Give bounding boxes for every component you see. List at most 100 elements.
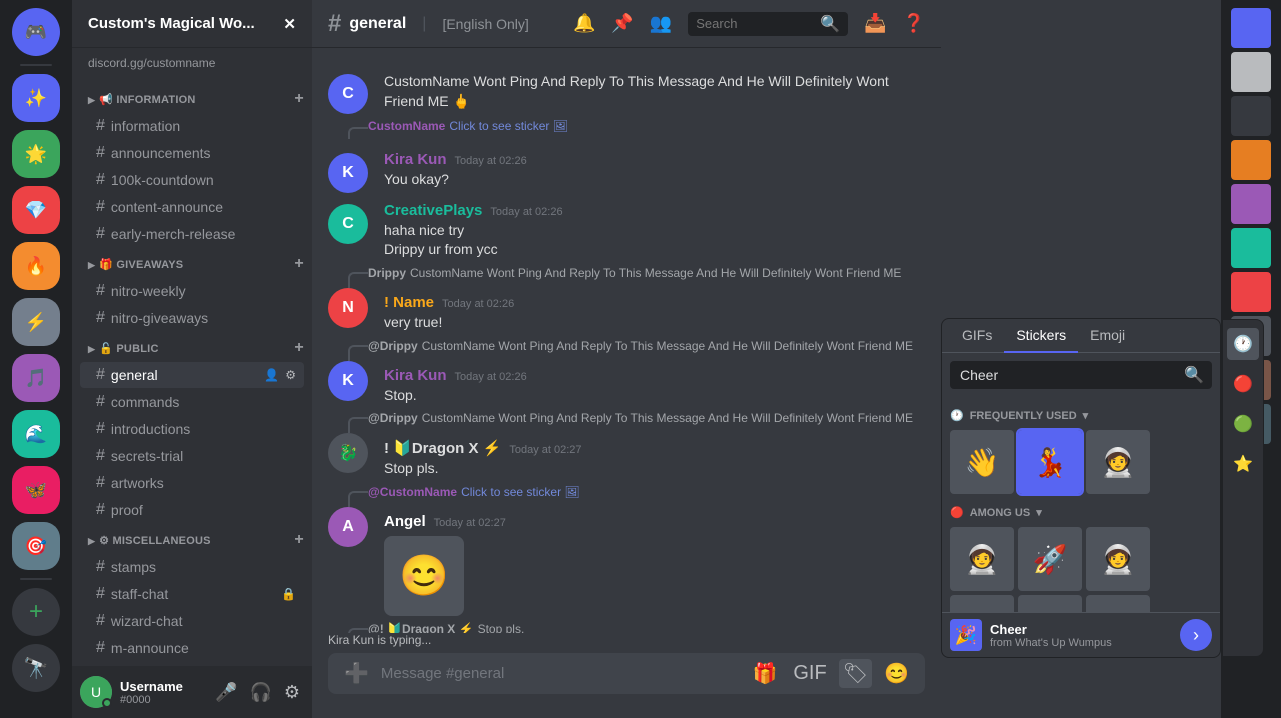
server-icon-7[interactable]: 🌊 xyxy=(12,410,60,458)
channel-item-100k-countdown[interactable]: # 100k-countdown xyxy=(80,167,304,193)
channel-item-secrets-trial[interactable]: # secrets-trial xyxy=(80,443,304,469)
add-channel-button[interactable]: + xyxy=(294,531,304,549)
mute-button[interactable]: 🎤 xyxy=(211,678,241,707)
gift-icon[interactable]: 🎁 xyxy=(748,653,781,694)
add-server-icon[interactable]: + xyxy=(12,588,60,636)
category-information-header[interactable]: ▶📢 INFORMATION + xyxy=(72,86,312,112)
channel-item-general[interactable]: # general 👤 ⚙ xyxy=(80,362,304,388)
hash-icon: # xyxy=(96,309,105,327)
server-icon-6[interactable]: 🎵 xyxy=(12,354,60,402)
sticker-item-au-red2[interactable]: 🚀 xyxy=(1018,527,1082,591)
sticker-item-au-white2[interactable]: 👷 xyxy=(1086,595,1150,612)
tab-stickers[interactable]: Stickers xyxy=(1004,319,1078,353)
gif-button[interactable]: GIF xyxy=(789,654,830,693)
chevron-down-icon: ▶ xyxy=(88,536,95,547)
typing-text: Kira Kun is typing... xyxy=(328,633,431,647)
sticker-item-au-pink[interactable]: 🧑‍🚀 xyxy=(950,595,1014,612)
server-icon-4[interactable]: 🔥 xyxy=(12,242,60,290)
reply-username: @Drippy xyxy=(368,339,418,353)
channel-item-information[interactable]: # information xyxy=(80,113,304,139)
search-input[interactable] xyxy=(696,16,816,31)
pin-icon[interactable]: 📌 xyxy=(611,13,633,34)
channel-item-commands[interactable]: # commands xyxy=(80,389,304,415)
settings-button[interactable]: ⚙ xyxy=(280,678,304,707)
help-icon[interactable]: ❓ xyxy=(903,13,925,34)
channel-item-content-announce[interactable]: # content-announce xyxy=(80,194,304,220)
server-icon-1[interactable]: ✨ xyxy=(12,74,60,122)
sticker-section-among-us[interactable]: 🔴 AMONG US ▾ xyxy=(950,502,1212,527)
color-swatch xyxy=(1231,96,1271,136)
add-attachment-button[interactable]: ➕ xyxy=(340,653,373,694)
channel-item-staff-chat[interactable]: # staff-chat 🔒 xyxy=(80,581,304,607)
members-icon[interactable]: 👥 xyxy=(650,13,672,34)
sticker-item-au-white[interactable]: 🧑‍🚀 xyxy=(1018,595,1082,612)
category-giveaways-header[interactable]: ▶🎁 GIVEAWAYS + xyxy=(72,251,312,277)
sticker-footer: 🎉 Cheer from What's Up Wumpus › xyxy=(942,612,1220,657)
category-miscellaneous-header[interactable]: ▶ ⚙ MISCELLANEOUS + xyxy=(72,527,312,553)
sticker-search-input[interactable] xyxy=(950,361,1212,389)
home-server-icon[interactable]: 🎮 xyxy=(12,8,60,56)
server-icon-9[interactable]: 🎯 xyxy=(12,522,60,570)
server-icon-8[interactable]: 🦋 xyxy=(12,466,60,514)
explore-servers-icon[interactable]: 🔭 xyxy=(12,644,60,692)
message-username[interactable]: ! Name xyxy=(384,294,434,311)
message-content: CustomName Wont Ping And Reply To This M… xyxy=(384,72,925,111)
sidebar-icon-4[interactable]: ⭐ xyxy=(1227,448,1259,480)
sidebar-icon-3[interactable]: 🟢 xyxy=(1227,408,1259,440)
channel-item-stamps[interactable]: # stamps xyxy=(80,554,304,580)
reply-bar: Drippy CustomName Wont Ping And Reply To… xyxy=(368,266,901,280)
message-input[interactable] xyxy=(381,654,741,693)
sticker-footer-action-button[interactable]: › xyxy=(1180,619,1212,651)
message-username[interactable]: Angel xyxy=(384,513,426,530)
channel-item-nitro-giveaways[interactable]: # nitro-giveaways xyxy=(80,305,304,331)
channel-item-announcements[interactable]: # announcements xyxy=(80,140,304,166)
category-miscellaneous-label: ⚙ MISCELLANEOUS xyxy=(99,535,211,547)
tab-emoji[interactable]: Emoji xyxy=(1078,319,1137,353)
message-username[interactable]: CreativePlays xyxy=(384,202,482,219)
deafen-button[interactable]: 🎧 xyxy=(245,678,275,707)
sticker-item-blob-wave[interactable]: 👋 xyxy=(950,430,1014,494)
message-header: Angel Today at 02:27 xyxy=(384,513,925,530)
notification-bell-icon[interactable]: 🔔 xyxy=(573,13,595,34)
sticker-item-among-yellow[interactable]: 🧑‍🚀 xyxy=(1086,430,1150,494)
sidebar-among-us-icon[interactable]: 🔴 xyxy=(1227,368,1259,400)
server-header[interactable]: Custom's Magical Wo... ✕ xyxy=(72,0,312,48)
message-username[interactable]: ! 🔰Dragon X ⚡ xyxy=(384,439,501,457)
sticker-button[interactable]: 🏷 xyxy=(839,659,872,688)
channel-item-m-announce[interactable]: # m-announce xyxy=(80,635,304,661)
emoji-button[interactable]: 😊 xyxy=(880,653,913,694)
inbox-icon[interactable]: 📥 xyxy=(864,13,886,34)
channel-item-magical-army[interactable]: # magical-army xyxy=(80,662,304,666)
hash-icon: # xyxy=(96,612,105,630)
add-channel-button[interactable]: + xyxy=(294,255,304,273)
channel-item-proof[interactable]: # proof xyxy=(80,497,304,523)
add-channel-button[interactable]: + xyxy=(294,339,304,357)
category-public-header[interactable]: ▶🔓 PUBLIC + xyxy=(72,335,312,361)
message-timestamp: Today at 02:27 xyxy=(434,517,506,529)
server-icon-3[interactable]: 💎 xyxy=(12,186,60,234)
sticker-section-frequently-used[interactable]: 🕐 FREQUENTLY USED ▾ xyxy=(950,405,1212,430)
sticker-item-au-red[interactable]: 🧑‍🚀 xyxy=(950,527,1014,591)
channel-item-early-merch-release[interactable]: # early-merch-release xyxy=(80,221,304,247)
sticker-item-blob-dance[interactable]: 💃 xyxy=(1018,430,1082,494)
tab-gifs[interactable]: GIFs xyxy=(950,319,1004,353)
sticker-item-au-green[interactable]: 🧑‍🚀 xyxy=(1086,527,1150,591)
reply-username: @! 🔰Dragon X ⚡ xyxy=(368,622,474,633)
among-us-grid: 🧑‍🚀 🚀 🧑‍🚀 🧑‍🚀 🧑‍🚀 👷 🧑‍🚀 🎩 xyxy=(950,527,1212,612)
star-icon: ⭐ xyxy=(1233,454,1253,474)
message-username[interactable]: Kira Kun xyxy=(384,367,447,384)
channel-item-introductions[interactable]: # introductions xyxy=(80,416,304,442)
sticker-preview-thumb: 🎉 xyxy=(950,619,982,651)
channel-item-wizard-chat[interactable]: # wizard-chat xyxy=(80,608,304,634)
sticker-footer-subtitle: from What's Up Wumpus xyxy=(990,637,1112,649)
message-username[interactable]: Kira Kun xyxy=(384,151,447,168)
server-icon-5[interactable]: ⚡ xyxy=(12,298,60,346)
user-discriminator: #0000 xyxy=(120,694,203,706)
add-channel-button[interactable]: + xyxy=(294,90,304,108)
channel-item-nitro-weekly[interactable]: # nitro-weekly xyxy=(80,278,304,304)
search-bar[interactable]: 🔍 xyxy=(688,12,848,36)
server-icon-2[interactable]: 🌟 xyxy=(12,130,60,178)
sidebar-recent-icon[interactable]: 🕐 xyxy=(1227,328,1259,360)
user-controls: 🎤 🎧 ⚙ xyxy=(211,678,304,707)
channel-item-artworks[interactable]: # artworks xyxy=(80,470,304,496)
